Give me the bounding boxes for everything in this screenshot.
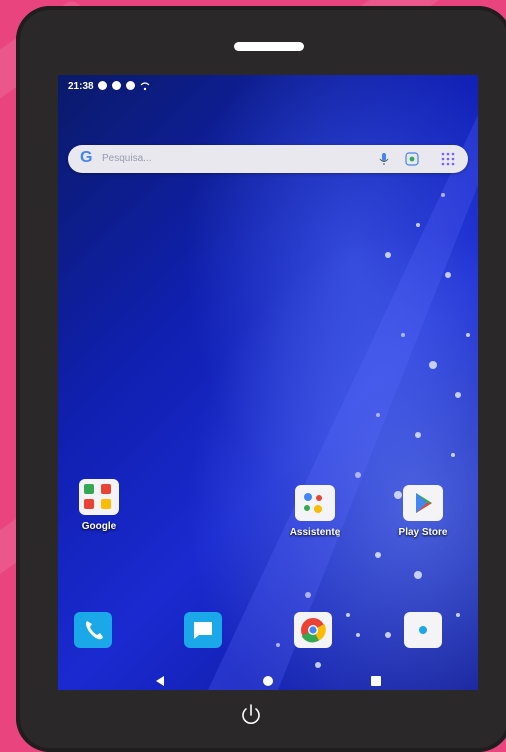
play-store-icon — [403, 485, 443, 521]
back-icon[interactable] — [154, 675, 166, 687]
shield-icon — [98, 81, 107, 90]
power-icon[interactable] — [238, 702, 264, 728]
phone-icon — [86, 621, 103, 640]
assistant-icon — [295, 485, 335, 521]
wifi-icon — [140, 82, 150, 91]
app-assistente[interactable]: Assistente — [280, 485, 350, 538]
info-icon — [126, 81, 135, 90]
google-logo-icon: G — [80, 149, 93, 166]
app-play-store[interactable]: Play Store — [388, 485, 458, 538]
search-placeholder: Pesquisa... — [102, 153, 152, 164]
dock-phone[interactable] — [74, 612, 112, 648]
app-label: Play Store — [398, 527, 448, 538]
lens-icon[interactable] — [404, 151, 420, 167]
recents-icon[interactable] — [370, 675, 382, 687]
camera-icon — [419, 626, 427, 634]
app-label: Assistente — [289, 527, 341, 538]
google-search-bar[interactable]: G Pesquisa... — [68, 145, 468, 173]
chrome-icon — [301, 618, 326, 643]
app-label: Google — [81, 521, 117, 532]
speaker-slot — [234, 42, 304, 51]
dock-messages[interactable] — [184, 612, 222, 648]
app-google[interactable]: Google — [64, 479, 134, 532]
gear-icon — [112, 81, 121, 90]
status-bar: 21:38 — [58, 75, 478, 97]
google-folder-icon — [79, 479, 119, 515]
apps-grid-icon[interactable] — [440, 151, 456, 167]
status-time: 21:38 — [68, 81, 94, 92]
tablet-frame: 21:38 G Pesquisa... Google Assistente Pl… — [16, 6, 506, 752]
device-screen: 21:38 G Pesquisa... Google Assistente Pl… — [58, 75, 478, 690]
home-icon[interactable] — [262, 675, 274, 687]
messages-icon — [194, 622, 212, 639]
dock-chrome[interactable] — [294, 612, 332, 648]
dock-camera[interactable] — [404, 612, 442, 648]
mic-icon[interactable] — [376, 151, 392, 167]
